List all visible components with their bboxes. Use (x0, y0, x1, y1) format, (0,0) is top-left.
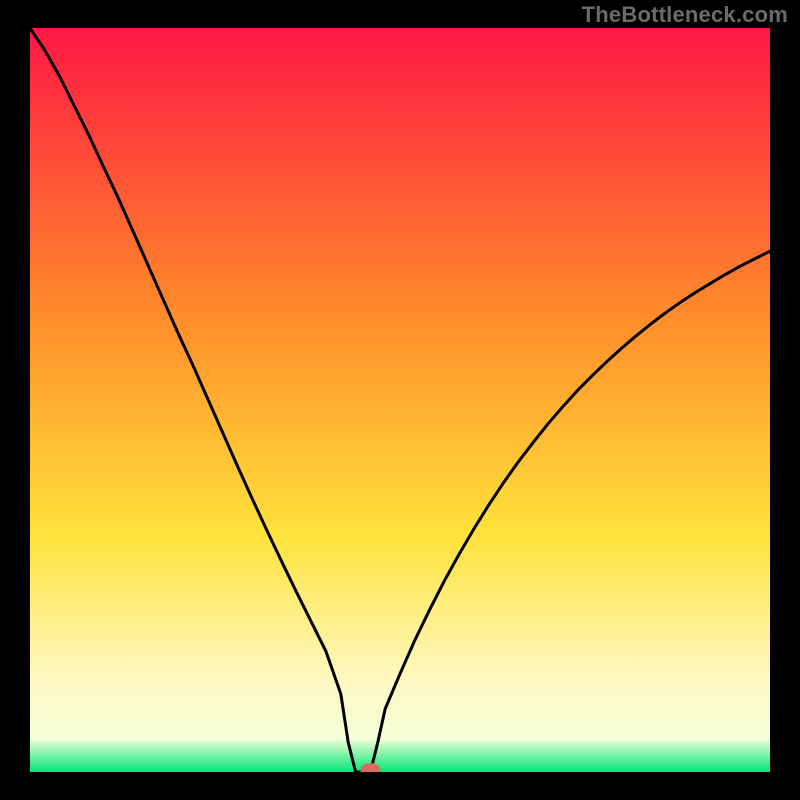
bottleneck-chart (0, 0, 800, 800)
gradient-background (30, 28, 770, 772)
watermark-text: TheBottleneck.com (582, 2, 788, 28)
chart-frame: TheBottleneck.com (0, 0, 800, 800)
minimum-marker (360, 763, 380, 777)
